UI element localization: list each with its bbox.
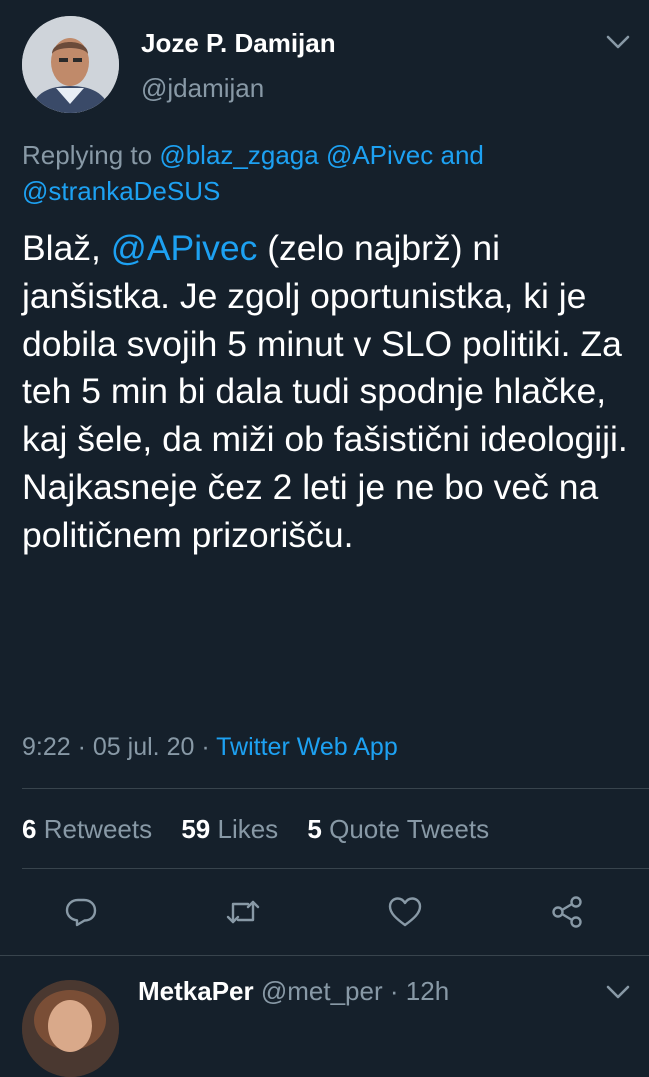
- retweet-button[interactable]: [221, 890, 265, 934]
- divider: [0, 955, 649, 956]
- meta-separator: ·: [77, 733, 86, 761]
- retweets-stat[interactable]: 6 Retweets: [22, 814, 152, 844]
- author-name[interactable]: Joze P. Damijan: [141, 28, 336, 59]
- mention-link[interactable]: @strankaDeSUS: [22, 176, 220, 206]
- reply-icon: [65, 898, 97, 927]
- share-icon: [552, 896, 582, 928]
- divider: [22, 868, 649, 869]
- reply-author-avatar-image: [22, 980, 119, 1077]
- share-button[interactable]: [545, 890, 589, 934]
- retweets-count: 6: [22, 814, 37, 844]
- reply-separator: ·: [389, 976, 399, 1006]
- mention-link[interactable]: @APivec: [326, 140, 433, 170]
- replying-to-line: Replying to @blaz_zgaga @APivec and @str…: [22, 137, 622, 209]
- reply-options-chevron-icon[interactable]: [604, 982, 632, 1002]
- author-avatar-image: [22, 16, 119, 113]
- tweet-date[interactable]: 05 jul. 20: [93, 733, 194, 761]
- mention-link[interactable]: @blaz_zgaga: [159, 140, 318, 170]
- likes-label: Likes: [217, 814, 279, 844]
- author-avatar[interactable]: [22, 16, 119, 113]
- more-options-chevron-icon[interactable]: [604, 32, 632, 52]
- divider: [22, 788, 649, 789]
- reply-author-handle[interactable]: @met_per: [261, 976, 383, 1006]
- meta-separator: ·: [201, 733, 210, 761]
- quote-tweets-stat[interactable]: 5 Quote Tweets: [307, 814, 489, 844]
- tweet-text-rest: (zelo najbrž) ni janšistka. Je zgolj opo…: [22, 228, 628, 555]
- reply-author-avatar[interactable]: [22, 980, 119, 1077]
- likes-stat[interactable]: 59 Likes: [181, 814, 278, 844]
- reply-button[interactable]: [59, 890, 103, 934]
- reply-time[interactable]: 12h: [406, 976, 449, 1006]
- tweet-time[interactable]: 9:22: [22, 733, 71, 761]
- tweet-meta: 9:22 · 05 jul. 20 · Twitter Web App: [22, 733, 398, 762]
- like-button[interactable]: [383, 890, 427, 934]
- likes-count: 59: [181, 814, 211, 844]
- reply-author-name[interactable]: MetkaPer: [138, 976, 254, 1006]
- quotes-count: 5: [307, 814, 322, 844]
- tweet-text-start: Blaž,: [22, 228, 111, 268]
- tweet-mention-link[interactable]: @APivec: [111, 228, 258, 268]
- author-handle[interactable]: @jdamijan: [141, 73, 264, 104]
- quotes-label: Quote Tweets: [329, 814, 490, 844]
- like-icon: [388, 897, 422, 927]
- replying-and[interactable]: and: [441, 140, 484, 170]
- retweet-icon: [226, 900, 260, 924]
- retweets-label: Retweets: [43, 814, 153, 844]
- replying-to-label: Replying to: [22, 140, 160, 170]
- tweet-stats: 6 Retweets 59 Likes 5 Quote Tweets: [22, 814, 511, 845]
- reply-header: MetkaPer @met_per · 12h: [138, 976, 449, 1007]
- tweet-source[interactable]: Twitter Web App: [216, 733, 398, 761]
- tweet-text: Blaž, @APivec (zelo najbrž) ni janšistka…: [22, 225, 632, 560]
